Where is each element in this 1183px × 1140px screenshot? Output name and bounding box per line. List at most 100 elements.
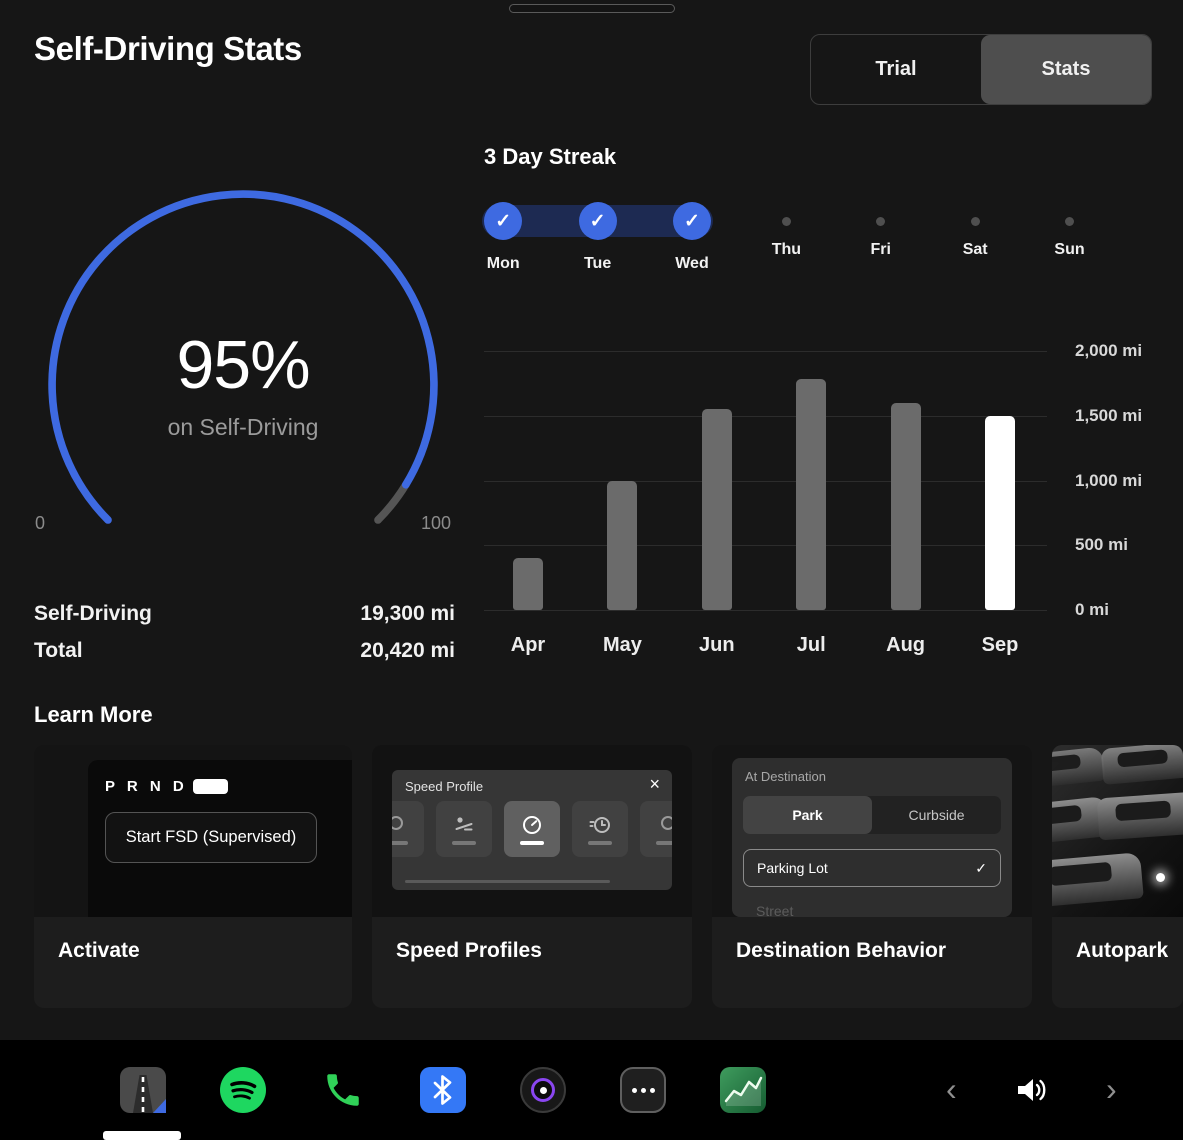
card-activate[interactable]: P R N D Start FSD (Supervised) Activate: [34, 745, 352, 1008]
parking-dropdown: Parking Lot ✓: [743, 849, 1001, 887]
overall-total-value: 20,420 mi: [360, 632, 455, 669]
bottom-drag-handle[interactable]: [103, 1131, 181, 1140]
bar-apr: [513, 558, 543, 610]
miles-chart: AprMayJunJulAugSep: [484, 340, 1047, 660]
gauge-min-label: 0: [35, 513, 45, 534]
card-activate-label: Activate: [58, 939, 140, 963]
next-option-street: Street: [756, 903, 793, 917]
profile-tile-chill: [436, 801, 492, 857]
destination-segmented-control: Park Curbside: [743, 796, 1001, 834]
self-driving-gauge: 95% on Self-Driving 0 100: [33, 175, 453, 595]
autopark-preview: [1052, 745, 1183, 917]
day-dot-icon: [971, 217, 980, 226]
camera-icon[interactable]: [520, 1067, 566, 1113]
y-axis-label: 2,000 mi: [1075, 341, 1142, 361]
card-destination-behavior-label: Destination Behavior: [736, 939, 946, 963]
speed-profile-tiles: [392, 801, 672, 857]
phone-icon[interactable]: [320, 1067, 366, 1113]
day-check-icon: ✓: [579, 202, 617, 240]
energy-icon[interactable]: [720, 1067, 766, 1113]
self-driving-total-value: 19,300 mi: [360, 595, 455, 632]
gridline: [484, 416, 1047, 417]
profile-icon: [392, 814, 407, 836]
self-driving-total-label: Self-Driving: [34, 595, 152, 632]
gauge-percent: 95%: [176, 326, 309, 404]
spotify-icon[interactable]: [220, 1067, 266, 1113]
streak-day-wed: ✓ Wed: [645, 202, 739, 292]
profile-tile-edge-right: [640, 801, 672, 857]
at-destination-label: At Destination: [745, 769, 826, 784]
volume-icon[interactable]: [1014, 1075, 1050, 1110]
day-label: Wed: [645, 255, 739, 273]
card-destination-behavior[interactable]: At Destination Park Curbside Parking Lot…: [712, 745, 1032, 1008]
speed-profile-title: Speed Profile: [405, 779, 483, 794]
day-dot-icon: [1065, 217, 1074, 226]
destination-behavior-preview: At Destination Park Curbside Parking Lot…: [712, 745, 1032, 917]
previous-chevron-icon[interactable]: ‹: [946, 1073, 957, 1105]
card-speed-profiles[interactable]: Speed Profile ×: [372, 745, 692, 1008]
speed-profiles-preview: Speed Profile ×: [372, 745, 692, 917]
gauge-max-label: 100: [421, 513, 451, 534]
destination-panel: At Destination Park Curbside Parking Lot…: [732, 758, 1012, 917]
gear-indicator: P R N D: [105, 778, 188, 795]
card-autopark-label: Autopark: [1076, 939, 1168, 963]
streak-title: 3 Day Streak: [484, 144, 616, 170]
fsd-screen: P R N D Start FSD (Supervised): [88, 760, 352, 917]
speed-profile-panel: Speed Profile ×: [392, 770, 672, 890]
hurry-icon: [589, 814, 611, 836]
day-dot-icon: [876, 217, 885, 226]
y-axis-label: 500 mi: [1075, 535, 1128, 555]
next-chevron-icon[interactable]: ›: [1106, 1073, 1117, 1105]
car-image: [1052, 747, 1106, 790]
bar-jul: [796, 379, 826, 610]
more-icon[interactable]: [620, 1067, 666, 1113]
mileage-totals: Self-Driving 19,300 mi Total 20,420 mi: [34, 595, 455, 669]
tab-trial[interactable]: Trial: [811, 35, 981, 104]
streak-day-sun: Sun: [1022, 202, 1116, 292]
drag-handle[interactable]: [509, 4, 675, 13]
standard-icon: [521, 814, 543, 836]
card-speed-profiles-label: Speed Profiles: [396, 939, 542, 963]
tab-stats[interactable]: Stats: [981, 35, 1151, 104]
streak-day-fri: Fri: [834, 202, 928, 292]
close-icon: ×: [649, 774, 660, 795]
scrollbar: [405, 880, 610, 883]
profile-tile-standard: [504, 801, 560, 857]
day-dot-icon: [782, 217, 791, 226]
profile-tile-hurry: [572, 801, 628, 857]
y-axis-label: 1,500 mi: [1075, 406, 1142, 426]
x-axis-label: Jul: [764, 634, 858, 657]
bar-sep: [985, 416, 1015, 610]
gridline: [484, 351, 1047, 352]
day-check-icon: ✓: [484, 202, 522, 240]
x-axis-label: Aug: [859, 634, 953, 657]
day-check-icon: ✓: [673, 202, 711, 240]
day-label: Sat: [928, 241, 1022, 259]
day-label: Sun: [1022, 241, 1116, 259]
profile-icon: [657, 814, 672, 836]
self-driving-stats-screen: Self-Driving Stats Trial Stats 95% on Se…: [0, 0, 1183, 1140]
option-curbside: Curbside: [872, 796, 1001, 834]
day-label: Thu: [739, 241, 833, 259]
profile-tile-edge-left: [392, 801, 424, 857]
overall-total-row: Total 20,420 mi: [34, 632, 455, 669]
gauge-caption: on Self-Driving: [168, 414, 319, 441]
bar-aug: [891, 403, 921, 610]
x-axis-label: Apr: [481, 634, 575, 657]
car-image: [1097, 792, 1183, 841]
bar-may: [607, 481, 637, 611]
chart-y-axis: 2,000 mi1,500 mi1,000 mi500 mi0 mi: [1075, 340, 1175, 630]
x-axis-label: Sep: [953, 634, 1047, 657]
parking-dropdown-value: Parking Lot: [757, 860, 828, 876]
day-label: Tue: [550, 255, 644, 273]
card-autopark[interactable]: Autopark: [1052, 745, 1183, 1008]
navigation-icon[interactable]: [120, 1067, 166, 1113]
streak-days: ✓Mon✓Tue✓WedThuFriSatSun: [456, 202, 1117, 292]
chill-icon: [453, 814, 475, 836]
car-image: [1052, 852, 1144, 908]
light-glow: [1156, 873, 1165, 882]
bluetooth-icon[interactable]: [420, 1067, 466, 1113]
page-title: Self-Driving Stats: [34, 30, 302, 68]
car-image: [1101, 745, 1183, 785]
x-axis-label: Jun: [670, 634, 764, 657]
